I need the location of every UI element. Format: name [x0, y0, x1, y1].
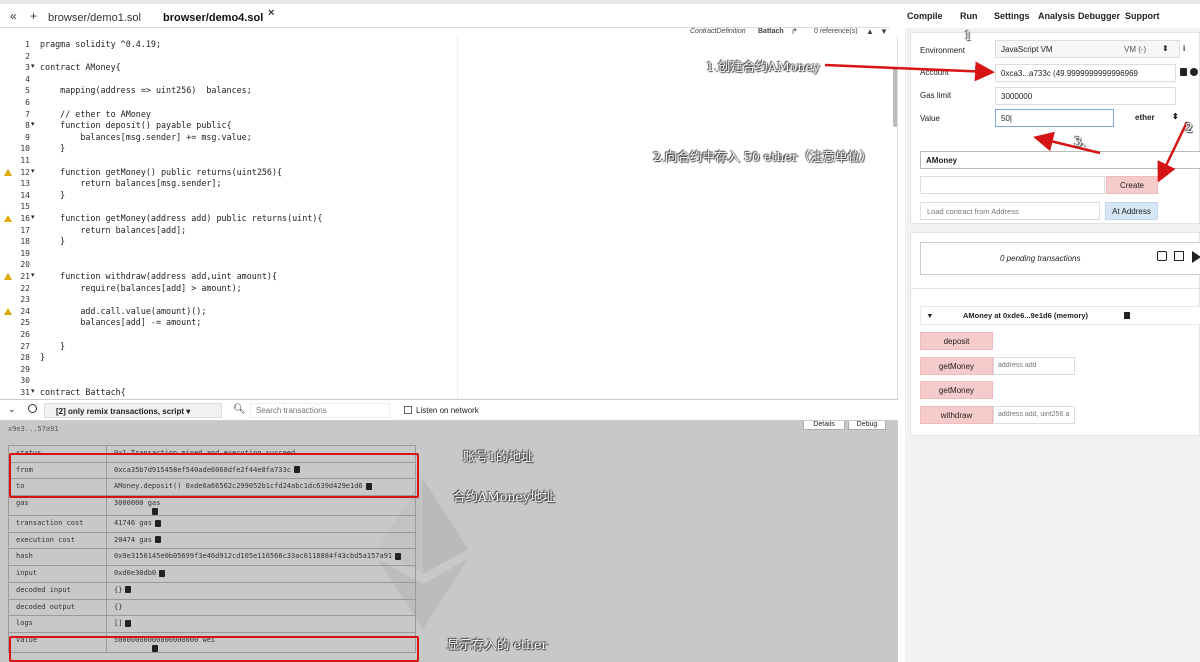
annotation-step2: 2.向合约中存入 50 ether（注意单位）	[653, 149, 873, 164]
annotation-number-1: 1	[964, 28, 972, 43]
annotation-to-note: 合约AMoney地址	[453, 489, 555, 504]
arrow-to-account	[824, 61, 995, 82]
arrow-to-create	[1157, 121, 1189, 183]
annotation-step1: 1.创建合约AMoney	[706, 59, 820, 74]
value-highlight	[9, 636, 419, 662]
annotation-number-2: 2	[1185, 120, 1193, 135]
annotation-value-note: 显示存入的 ether	[447, 637, 548, 652]
annotation-from-note: 账号1的地址	[463, 449, 534, 464]
arrow-to-value	[1033, 131, 1101, 155]
from-to-highlight	[9, 453, 419, 498]
annotation-overlay	[824, 61, 1189, 183]
annotation-number-3: 3.	[1074, 134, 1086, 149]
